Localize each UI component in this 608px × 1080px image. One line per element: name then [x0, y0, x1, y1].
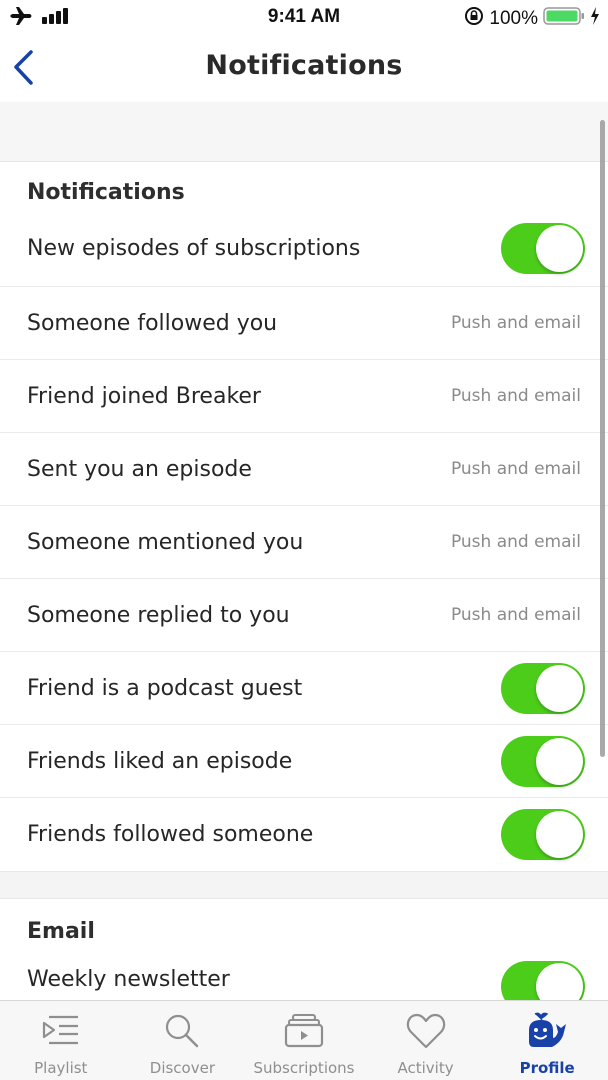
search-icon	[160, 1011, 204, 1051]
row-value: Push and email	[450, 532, 581, 552]
row-friend-joined[interactable]: Friend joined Breaker Push and email	[0, 360, 608, 433]
row-label: Friends liked an episode	[27, 748, 293, 774]
tab-label: Activity	[397, 1059, 454, 1077]
tab-bar: Playlist Discover Subscriptions Activity…	[0, 1000, 608, 1080]
row-label: Friends followed someone	[27, 822, 314, 847]
row-someone-mentioned[interactable]: Someone mentioned you Push and email	[0, 506, 608, 579]
toggle-friends-followed[interactable]	[501, 809, 585, 860]
toggle-weekly-newsletter[interactable]	[501, 961, 585, 1000]
toggle-knob	[536, 963, 583, 1000]
top-spacer	[0, 102, 608, 162]
toggle-new-episodes[interactable]	[501, 222, 585, 274]
row-value: Push and email	[450, 386, 581, 406]
toggle-podcast-guest[interactable]	[501, 662, 585, 714]
toggle-knob	[536, 737, 583, 785]
row-friends-followed[interactable]: Friends followed someone	[0, 798, 608, 871]
tab-playlist[interactable]: Playlist	[0, 1001, 122, 1080]
section-header-email: Email	[27, 919, 95, 944]
row-label: Someone followed you	[27, 310, 278, 336]
scrollbar[interactable]	[600, 120, 605, 757]
heart-icon	[404, 1011, 448, 1051]
row-someone-replied[interactable]: Someone replied to you Push and email	[0, 579, 608, 652]
email-section: Email Weekly newsletter	[0, 899, 608, 1000]
page-title: Notifications	[205, 50, 403, 81]
notifications-section: Notifications New episodes of subscripti…	[0, 162, 608, 871]
row-podcast-guest[interactable]: Friend is a podcast guest	[0, 652, 608, 725]
tab-activity[interactable]: Activity	[365, 1001, 487, 1080]
tab-label: Discover	[149, 1059, 215, 1077]
row-value: Push and email	[450, 459, 581, 479]
charging-icon	[590, 7, 600, 31]
row-label: Friend joined Breaker	[27, 383, 261, 409]
row-value: Push and email	[450, 605, 581, 625]
row-weekly-newsletter[interactable]: Weekly newsletter	[0, 959, 608, 1000]
status-bar: 9:41 AM 100%	[0, 0, 608, 34]
settings-list[interactable]: Notifications New episodes of subscripti…	[0, 102, 608, 1000]
row-value: Push and email	[450, 313, 581, 333]
tab-label: Subscriptions	[253, 1059, 355, 1077]
row-someone-followed[interactable]: Someone followed you Push and email	[0, 287, 608, 360]
subscriptions-icon	[282, 1011, 326, 1051]
battery-percent: 100%	[489, 8, 538, 29]
rotation-lock-icon	[464, 6, 484, 32]
toggle-knob	[536, 811, 583, 858]
row-label: Weekly newsletter	[27, 967, 230, 992]
tab-label: Profile	[519, 1059, 575, 1077]
row-label: Someone replied to you	[27, 602, 290, 628]
tab-subscriptions[interactable]: Subscriptions	[243, 1001, 365, 1080]
row-friends-liked[interactable]: Friends liked an episode	[0, 725, 608, 798]
battery-icon	[543, 6, 585, 32]
toggle-friends-liked[interactable]	[501, 735, 585, 787]
toggle-knob	[536, 224, 583, 272]
tab-label: Playlist	[34, 1059, 88, 1077]
row-new-episodes[interactable]: New episodes of subscriptions	[0, 210, 608, 287]
row-label: Friend is a podcast guest	[27, 675, 303, 701]
row-sent-episode[interactable]: Sent you an episode Push and email	[0, 433, 608, 506]
whale-icon	[525, 1011, 569, 1051]
tab-discover[interactable]: Discover	[122, 1001, 244, 1080]
row-label: Sent you an episode	[27, 456, 252, 482]
tab-profile[interactable]: Profile	[486, 1001, 608, 1080]
row-label: New episodes of subscriptions	[27, 235, 361, 261]
playlist-icon	[39, 1011, 83, 1051]
row-label: Someone mentioned you	[27, 529, 304, 555]
section-header-notifications: Notifications	[27, 180, 185, 205]
toggle-knob	[536, 664, 583, 712]
section-gap	[0, 871, 608, 899]
navigation-bar: Notifications	[0, 34, 608, 102]
